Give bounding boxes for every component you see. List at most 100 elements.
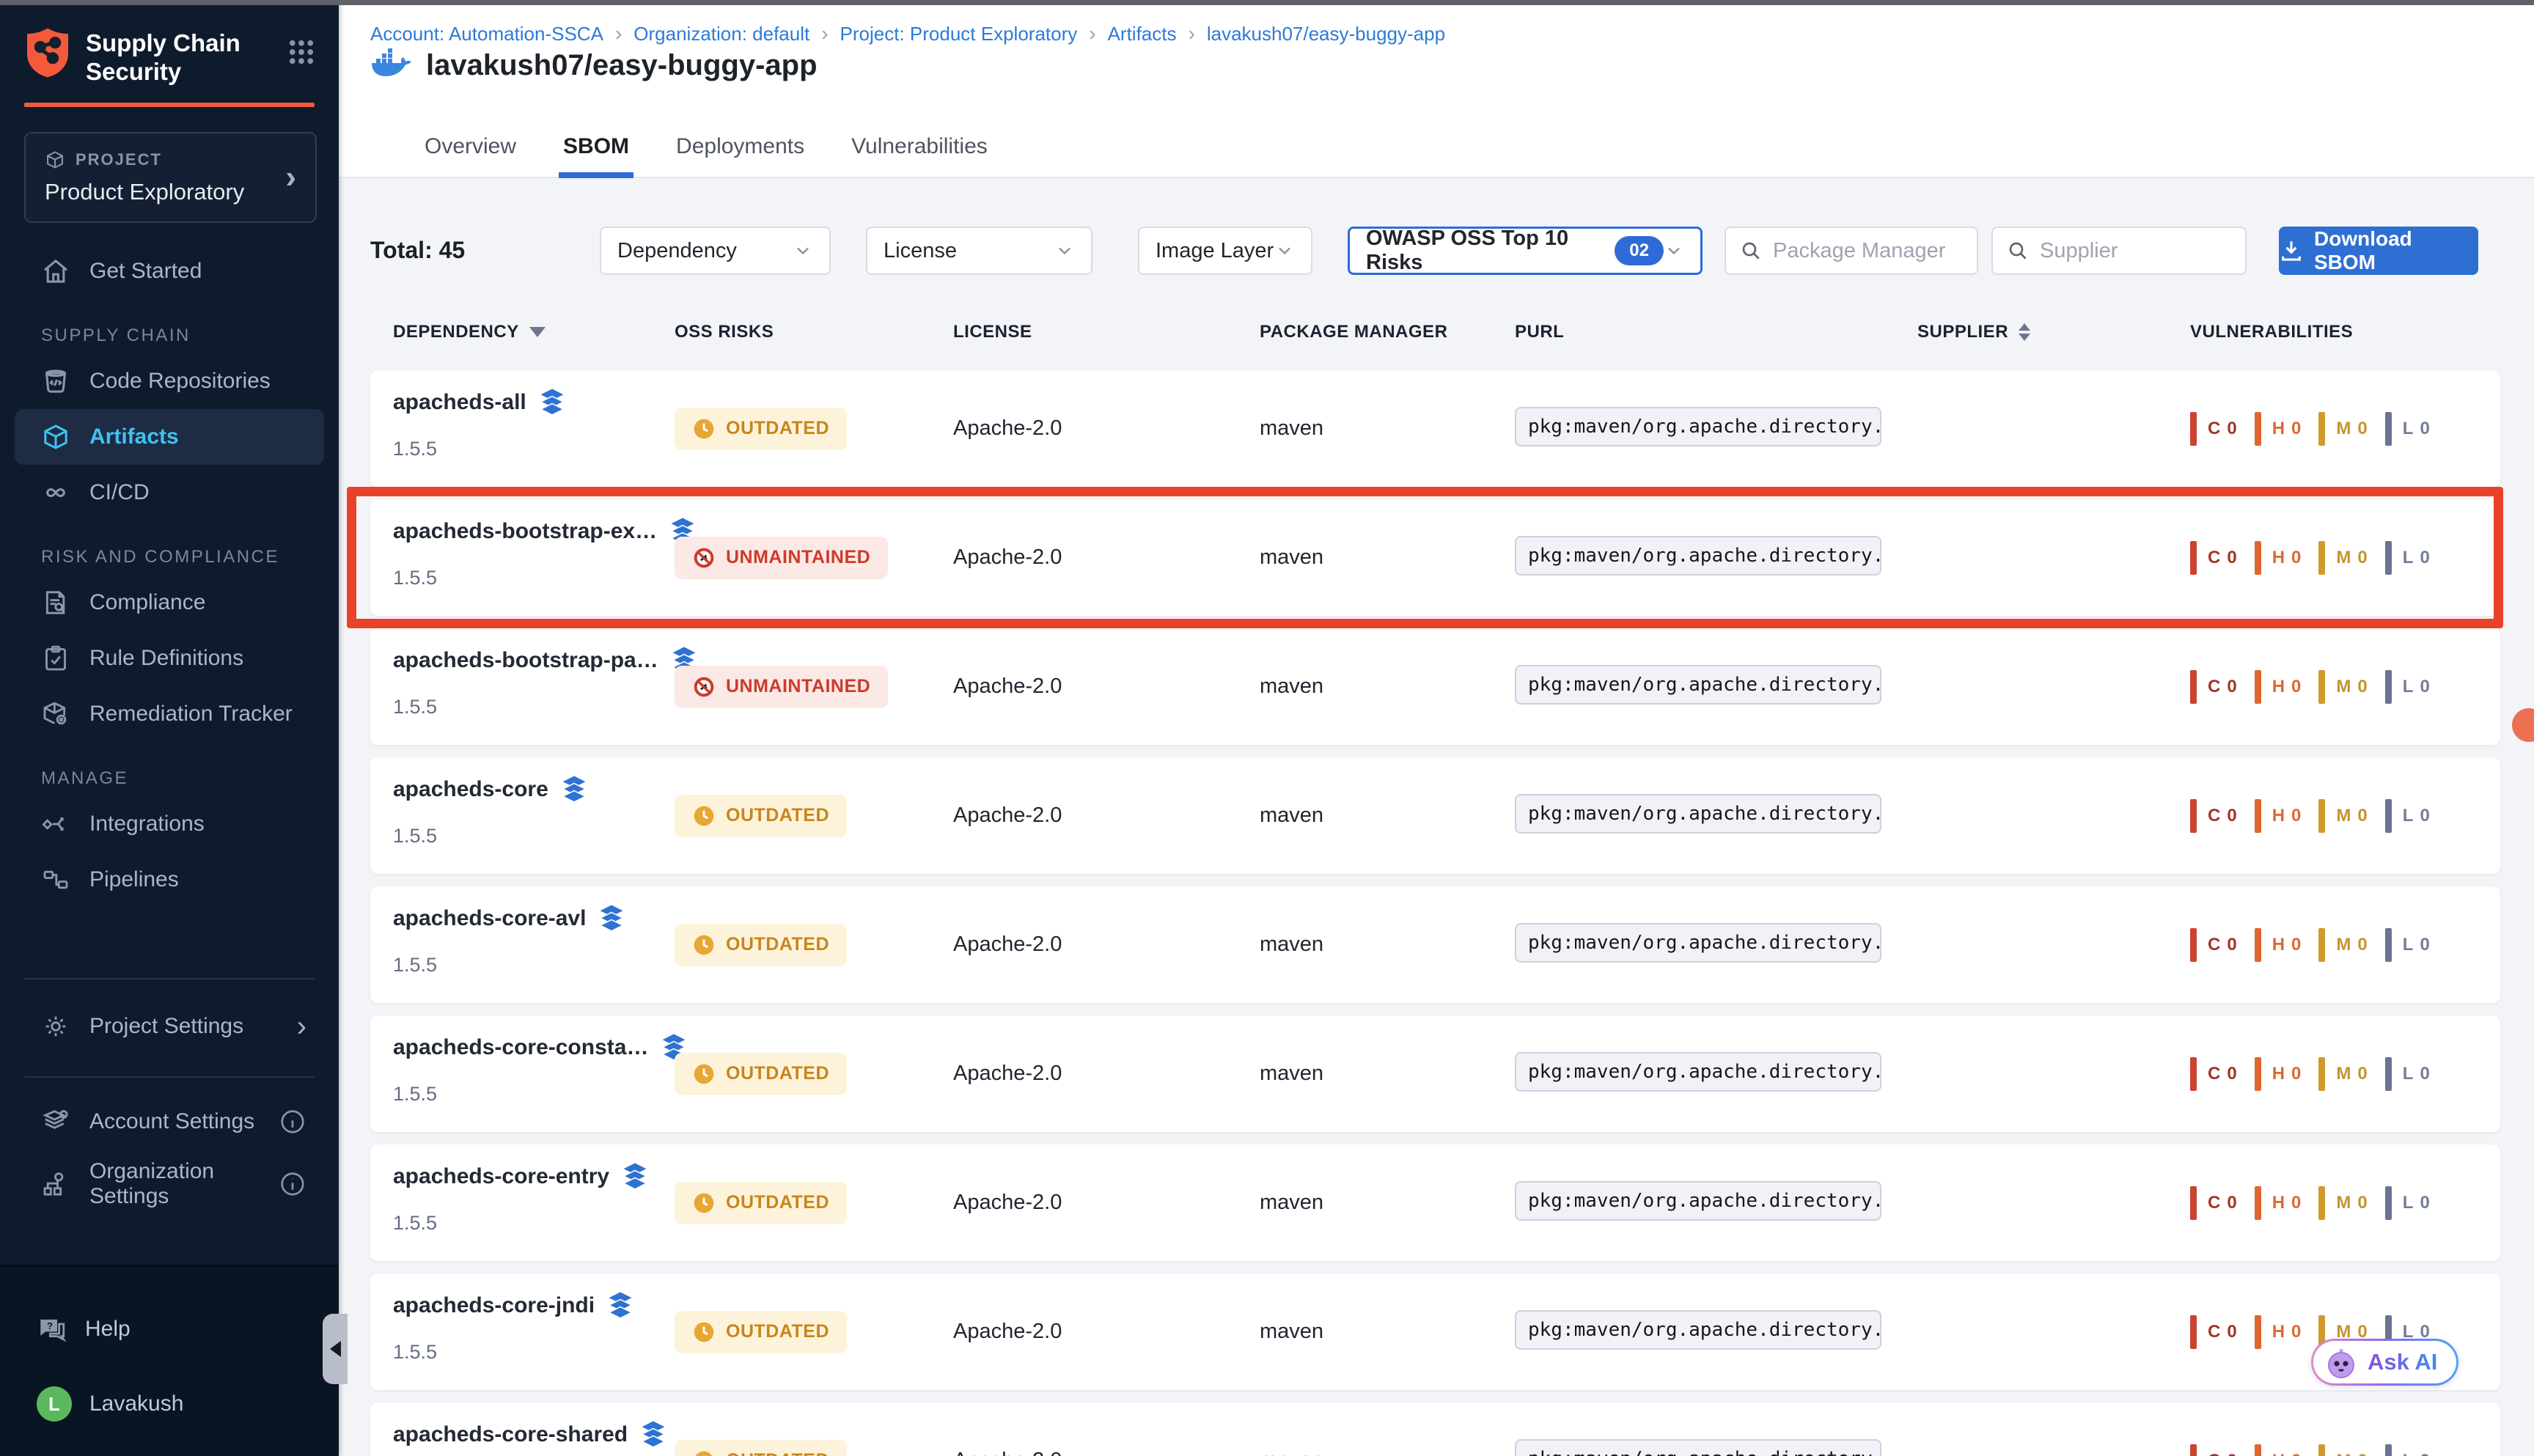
purl-chip[interactable]: pkg:maven/org.apache.directory.s… <box>1515 1310 1881 1350</box>
dependency-version: 1.5.5 <box>393 954 675 977</box>
info-icon[interactable] <box>279 1108 306 1136</box>
layers-icon[interactable] <box>621 1162 649 1191</box>
table-row[interactable]: apacheds-core-consta… 1.5.5 OUTDATED Apa… <box>370 1015 2500 1132</box>
sidebar-item-artifacts[interactable]: Artifacts <box>15 409 324 465</box>
purl-chip[interactable]: pkg:maven/org.apache.directory.s… <box>1515 536 1881 576</box>
chevron-down-icon <box>1054 240 1075 261</box>
project-selector[interactable]: PROJECT Product Exploratory › <box>24 132 317 223</box>
critical-count: C0 <box>2190 412 2237 446</box>
tab-overview[interactable]: Overview <box>420 134 521 178</box>
layers-icon[interactable] <box>538 388 566 417</box>
oss-risk-badge: OUTDATED <box>675 1440 847 1456</box>
dependency-cell: apacheds-core-jndi 1.5.5 <box>393 1273 675 1364</box>
purl-chip[interactable]: pkg:maven/org.apache.directory.s… <box>1515 1181 1881 1221</box>
license-cell: Apache-2.0 <box>953 545 1260 570</box>
purl-chip[interactable]: pkg:maven/org.apache.directory.s… <box>1515 665 1881 705</box>
module-grid-icon[interactable] <box>286 37 317 67</box>
sidebar-item-account-settings[interactable]: Account Settings <box>0 1094 339 1150</box>
layers-icon[interactable] <box>560 775 588 804</box>
package-manager-cell: maven <box>1260 1191 1515 1215</box>
table-row[interactable]: apacheds-core-jndi 1.5.5 OUTDATED Apache… <box>370 1273 2500 1390</box>
package-manager-search-input[interactable] <box>1773 239 1964 263</box>
tab-sbom[interactable]: SBOM <box>559 134 634 178</box>
outdated-clock-icon <box>692 1062 716 1086</box>
dependency-cell: apacheds-bootstrap-pa… 1.5.5 <box>393 628 675 718</box>
license-filter-select[interactable]: License <box>866 227 1092 275</box>
sidebar-collapse-handle[interactable] <box>323 1314 348 1384</box>
sidebar-item-code-repositories[interactable]: Code Repositories <box>0 353 339 409</box>
license-cell: Apache-2.0 <box>953 933 1260 957</box>
info-icon[interactable] <box>279 1170 306 1198</box>
user-menu[interactable]: L Lavakush <box>0 1376 339 1432</box>
oss-risk-cell: OUTDATED <box>675 1311 953 1353</box>
supplier-search[interactable] <box>1991 227 2247 275</box>
license-cell: Apache-2.0 <box>953 1449 1260 1456</box>
high-count: H0 <box>2255 1315 2302 1349</box>
high-bar <box>2255 541 2261 575</box>
critical-count: C0 <box>2190 1186 2237 1220</box>
high-bar <box>2255 928 2261 962</box>
oss-risk-label: OUTDATED <box>726 1450 829 1456</box>
breadcrumb-account[interactable]: Account: Automation-SSCA <box>370 23 603 45</box>
column-header-supplier[interactable]: SUPPLIER <box>1917 322 2190 342</box>
table-row[interactable]: apacheds-bootstrap-pa… 1.5.5 UNMAINTAINE… <box>370 628 2500 745</box>
supplier-search-input[interactable] <box>2040 239 2232 263</box>
purl-chip[interactable]: pkg:maven/org.apache.directory.s… <box>1515 923 1881 963</box>
table-row[interactable]: apacheds-core-avl 1.5.5 OUTDATED Apache-… <box>370 886 2500 1003</box>
total-count: Total: 45 <box>370 237 465 264</box>
image-layer-filter-select[interactable]: Image Layer <box>1138 227 1312 275</box>
dependency-filter-label: Dependency <box>617 239 737 263</box>
sidebar-item-compliance[interactable]: Compliance <box>0 575 339 630</box>
sidebar-item-rule-definitions[interactable]: Rule Definitions <box>0 630 339 686</box>
user-avatar: L <box>37 1386 72 1422</box>
table-row[interactable]: apacheds-all 1.5.5 OUTDATED Apache-2.0 <box>370 370 2500 487</box>
high-bar <box>2255 799 2261 833</box>
sidebar-item-get-started[interactable]: Get Started <box>0 243 339 299</box>
low-bar <box>2385 412 2392 446</box>
high-bar <box>2255 1315 2261 1349</box>
sort-both-icon <box>2019 323 2030 341</box>
help-button[interactable]: ? Help <box>0 1301 339 1357</box>
table-row[interactable]: apacheds-bootstrap-ex… 1.5.5 UNMAINTAINE… <box>370 499 2500 616</box>
breadcrumb-organization[interactable]: Organization: default <box>634 23 809 45</box>
table-row[interactable]: apacheds-core-entry 1.5.5 OUTDATED Apach… <box>370 1144 2500 1261</box>
layers-icon[interactable] <box>598 904 625 933</box>
layers-icon[interactable] <box>639 1420 667 1449</box>
purl-chip[interactable]: pkg:maven/org.apache.directory.s… <box>1515 407 1881 446</box>
high-count: H0 <box>2255 412 2302 446</box>
layers-icon[interactable] <box>606 1291 634 1320</box>
sidebar-item-organization-settings[interactable]: Organization Settings <box>0 1156 339 1212</box>
total-label: Total: <box>370 237 433 263</box>
dependency-filter-select[interactable]: Dependency <box>600 227 831 275</box>
tab-deployments[interactable]: Deployments <box>672 134 809 178</box>
download-icon <box>2279 238 2304 263</box>
critical-bar <box>2190 1057 2197 1091</box>
breadcrumb-project[interactable]: Project: Product Exploratory <box>840 23 1078 45</box>
outdated-clock-icon <box>692 804 716 828</box>
sidebar-item-pipelines[interactable]: Pipelines <box>0 852 339 908</box>
package-manager-search[interactable] <box>1725 227 1978 275</box>
purl-chip[interactable]: pkg:maven/org.apache.directory.s… <box>1515 1439 1881 1456</box>
sidebar-item-project-settings[interactable]: Project Settings › <box>0 999 339 1054</box>
breadcrumb-current[interactable]: lavakush07/easy-buggy-app <box>1207 23 1445 45</box>
sidebar-item-cicd[interactable]: CI/CD <box>0 465 339 521</box>
owasp-risks-filter-select[interactable]: OWASP OSS Top 10 Risks 02 <box>1348 227 1703 275</box>
high-bar <box>2255 412 2261 446</box>
sidebar-item-label: Project Settings <box>89 1014 243 1039</box>
sidebar-item-remediation-tracker[interactable]: Remediation Tracker <box>0 686 339 742</box>
download-sbom-button[interactable]: Download SBOM <box>2279 227 2478 275</box>
purl-chip[interactable]: pkg:maven/org.apache.directory.s… <box>1515 794 1881 834</box>
medium-bar <box>2318 541 2325 575</box>
tab-vulnerabilities[interactable]: Vulnerabilities <box>847 134 992 178</box>
breadcrumb-artifacts[interactable]: Artifacts <box>1108 23 1177 45</box>
table-row[interactable]: apacheds-core 1.5.5 OUTDATED Apache-2.0 <box>370 757 2500 874</box>
box-wrench-icon <box>41 699 70 729</box>
ask-ai-button[interactable]: Ask AI <box>2311 1339 2458 1386</box>
column-header-dependency[interactable]: DEPENDENCY <box>393 322 675 342</box>
purl-chip[interactable]: pkg:maven/org.apache.directory.s… <box>1515 1052 1881 1092</box>
high-count: H0 <box>2255 799 2302 833</box>
critical-count: C0 <box>2190 799 2237 833</box>
sidebar-item-integrations[interactable]: Integrations <box>0 796 339 852</box>
integrations-icon <box>41 809 70 839</box>
table-row[interactable]: apacheds-core-shared 1.5.5 OUTDATED Apac… <box>370 1402 2500 1456</box>
